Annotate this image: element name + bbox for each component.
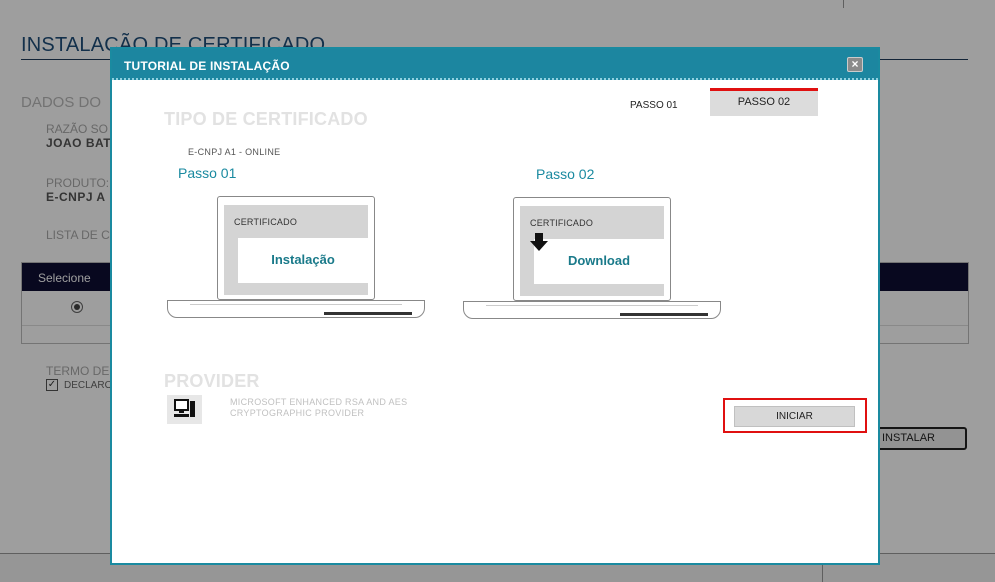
- down-arrow-icon: [530, 233, 548, 251]
- modal-header: TUTORIAL DE INSTALAÇÃO ×: [112, 49, 878, 80]
- screen-panel: CERTIFICADO Download: [520, 206, 664, 296]
- tutorial-modal: TUTORIAL DE INSTALAÇÃO × PASSO 01 PASSO …: [110, 47, 880, 565]
- screen-cert-label: CERTIFICADO: [234, 217, 298, 227]
- install-action-box: Instalação: [238, 238, 368, 283]
- screen-panel: CERTIFICADO Instalação: [224, 205, 368, 295]
- screen-cert-label: CERTIFICADO: [530, 218, 594, 228]
- provider-name: MICROSOFT ENHANCED RSA AND AES CRYPTOGRA…: [230, 397, 408, 418]
- laptop-screen: CERTIFICADO Instalação: [217, 196, 375, 300]
- certificate-type: E-CNPJ A1 - ONLINE: [188, 147, 281, 157]
- download-action-box: Download: [534, 239, 664, 284]
- laptop-step-2: CERTIFICADO Download: [463, 197, 721, 327]
- provider-title: PROVIDER: [164, 371, 260, 391]
- laptop-screen: CERTIFICADO Download: [513, 197, 671, 301]
- laptop-base: [463, 301, 721, 319]
- computer-icon: [167, 395, 202, 424]
- start-button[interactable]: INICIAR: [734, 406, 855, 427]
- tab-passo-02[interactable]: PASSO 02: [710, 88, 818, 116]
- certificate-type-title: TIPO DE CERTIFICADO: [164, 109, 368, 129]
- laptop-trackbar: [620, 313, 708, 316]
- laptop-step-1: CERTIFICADO Instalação: [167, 196, 425, 326]
- close-icon[interactable]: ×: [847, 57, 863, 72]
- laptop-trackbar: [324, 312, 412, 315]
- start-button-highlight: INICIAR: [723, 398, 867, 433]
- step-1-label: Passo 01: [178, 165, 237, 181]
- step-2-label: Passo 02: [536, 166, 595, 182]
- tab-passo-01[interactable]: PASSO 01: [630, 100, 678, 111]
- laptop-base: [167, 300, 425, 318]
- modal-title: TUTORIAL DE INSTALAÇÃO: [124, 59, 290, 73]
